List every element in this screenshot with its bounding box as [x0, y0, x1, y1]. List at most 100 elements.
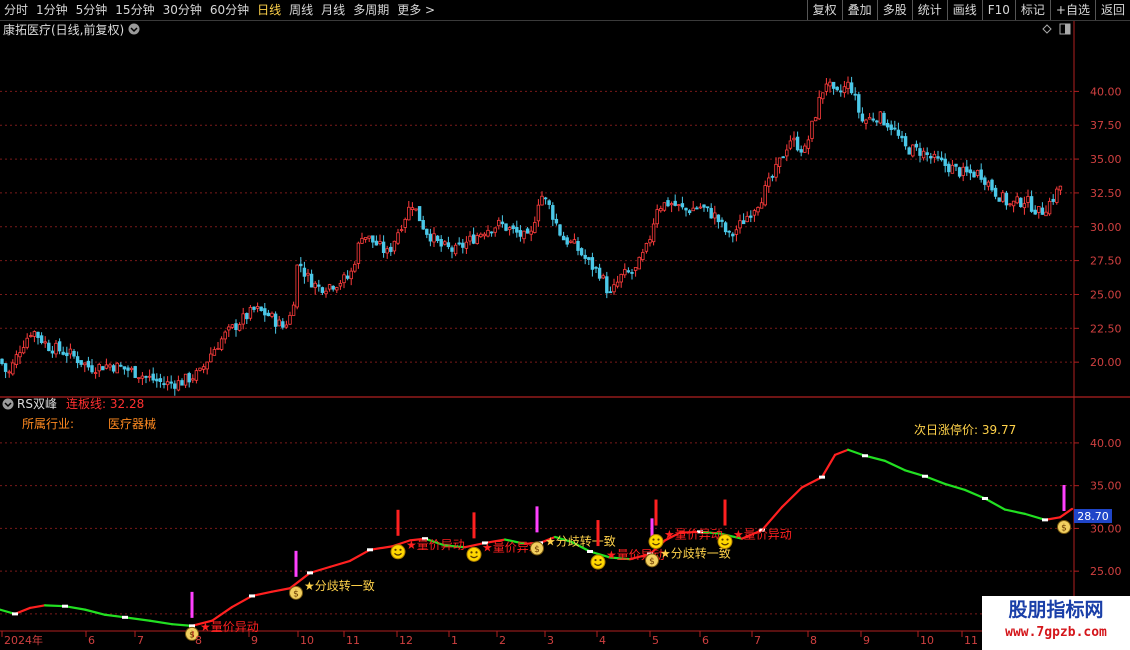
smiley-eye	[594, 558, 597, 562]
tool-button-2[interactable]: 多股	[876, 0, 912, 20]
signal-label: ★量价异动	[733, 528, 792, 542]
candle-body	[885, 122, 890, 128]
candle-body	[972, 171, 976, 178]
tool-button-3[interactable]: 统计	[911, 0, 947, 20]
candle-body	[14, 354, 19, 365]
candle-body	[684, 207, 688, 211]
candle-body	[968, 169, 973, 174]
period-tab-0[interactable]: 分时	[0, 0, 32, 20]
candle-body	[993, 187, 998, 197]
diamond-icon[interactable]	[1042, 24, 1052, 34]
candle-body	[554, 218, 559, 224]
smiley-eye	[394, 548, 397, 551]
candle-body	[374, 240, 379, 246]
candle-body	[140, 375, 145, 379]
x-tick-label: 11	[964, 634, 978, 647]
candle-body	[50, 350, 55, 354]
candle-body	[446, 242, 451, 248]
candle-body	[507, 227, 512, 231]
candle-body	[309, 273, 314, 288]
tool-button-8[interactable]: 返回	[1094, 0, 1130, 20]
candle-body	[324, 290, 328, 295]
candle-body	[392, 240, 397, 252]
period-tab-7[interactable]: 周线	[285, 0, 317, 20]
candle-body	[806, 139, 811, 149]
price-y-tick-label: 32.50	[1090, 187, 1122, 200]
candle-body	[11, 362, 15, 375]
x-tick-label: 5	[652, 634, 659, 647]
candle-body	[68, 348, 73, 355]
x-tick-label: 8	[195, 634, 202, 647]
candle-body	[954, 163, 958, 167]
period-tab-9[interactable]: 多周期	[349, 0, 393, 20]
period-tab-10[interactable]: 更多 >	[393, 0, 439, 20]
candle-body	[101, 366, 105, 371]
candle-body	[313, 282, 317, 289]
candle-body	[601, 275, 605, 279]
chevron-down-icon[interactable]	[128, 23, 140, 35]
candle-body	[1029, 196, 1034, 212]
candle-body	[767, 177, 771, 187]
candle-body	[1051, 198, 1055, 202]
candle-body	[489, 231, 494, 234]
period-tab-6[interactable]: 日线	[253, 0, 285, 20]
candle-body	[965, 166, 969, 173]
tool-buttons: 复权 叠加 多股 统计 画线 F10 标记 +自选 返回	[806, 0, 1130, 20]
indicator-menu-icon[interactable]	[2, 398, 14, 410]
candle-body	[7, 371, 11, 374]
candle-body	[356, 242, 361, 264]
candle-body	[929, 156, 933, 159]
candle-body	[237, 324, 242, 331]
candle-body	[821, 92, 825, 100]
candle-body	[32, 331, 37, 337]
candle-body	[1011, 200, 1016, 207]
tool-button-0[interactable]: 复权	[806, 0, 842, 20]
tool-button-5[interactable]: F10	[981, 0, 1015, 20]
period-tab-1[interactable]: 1分钟	[32, 0, 72, 20]
candle-body	[561, 235, 566, 241]
candle-body	[579, 248, 584, 256]
period-tab-2[interactable]: 5分钟	[72, 0, 112, 20]
period-tab-8[interactable]: 月线	[317, 0, 349, 20]
indicator-point	[62, 604, 68, 608]
candle-body	[457, 242, 461, 245]
candle-body	[529, 230, 533, 235]
indicator-name[interactable]: RS双峰	[17, 397, 57, 411]
candle-body	[612, 284, 616, 293]
period-tab-3[interactable]: 15分钟	[111, 0, 158, 20]
indicator-y-tick-label: 25.00	[1090, 565, 1122, 578]
candle-body	[1022, 203, 1027, 209]
candle-body	[828, 81, 832, 87]
candle-body	[669, 203, 674, 206]
watermark-title: 股朋指标网	[1008, 599, 1104, 621]
candle-body	[320, 287, 325, 293]
grid-lines	[0, 21, 1130, 650]
candle-body	[349, 270, 353, 280]
panel-toggle-icon[interactable]	[1059, 23, 1071, 35]
moneybag-symbol: $	[1061, 524, 1067, 534]
period-tab-4[interactable]: 30分钟	[159, 0, 206, 20]
price-panel-title: 康拓医疗(日线,前复权)	[3, 22, 124, 37]
candle-body	[277, 319, 281, 327]
candle-body	[1037, 206, 1041, 213]
candle-body	[0, 358, 4, 365]
period-tab-5[interactable]: 60分钟	[206, 0, 253, 20]
candle-body	[720, 219, 724, 222]
candle-body	[212, 349, 217, 356]
candle-body	[587, 257, 591, 260]
candle-body	[774, 163, 778, 178]
tool-button-7[interactable]: +自选	[1049, 0, 1095, 20]
tool-button-1[interactable]: 叠加	[841, 0, 877, 20]
candle-body	[813, 117, 818, 122]
tool-button-4[interactable]: 画线	[946, 0, 982, 20]
x-tick-label: 6	[88, 634, 95, 647]
price-y-tick-label: 20.00	[1090, 356, 1122, 369]
candle-body	[137, 377, 141, 380]
price-y-tick-label: 22.50	[1090, 322, 1122, 335]
candle-body	[3, 363, 8, 372]
indicator-point	[307, 571, 313, 575]
tool-button-6[interactable]: 标记	[1014, 0, 1050, 20]
candle-body	[72, 350, 76, 357]
price-y-tick-label: 25.00	[1090, 288, 1122, 301]
candle-body	[464, 241, 469, 249]
